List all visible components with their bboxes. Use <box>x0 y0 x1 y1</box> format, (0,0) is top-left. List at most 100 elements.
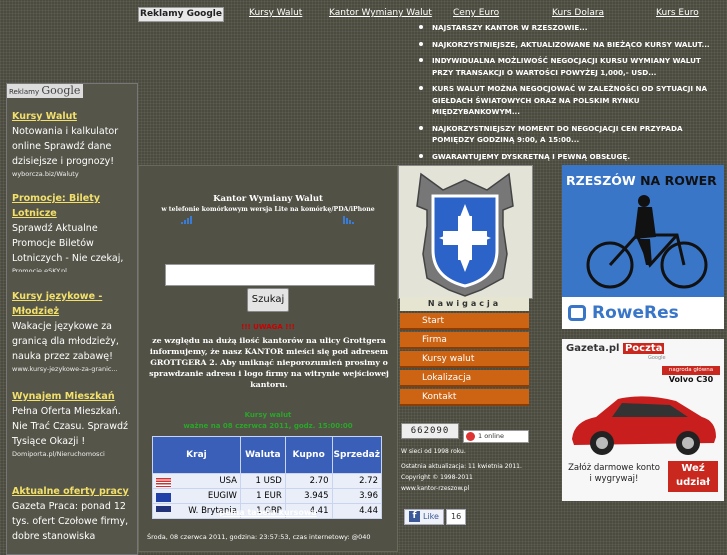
copyright-text: Copyright © 1998-2011 <box>401 474 473 481</box>
facebook-icon: f <box>409 511 420 522</box>
ad-desc: Gazeta Praca: ponad 12 tys. ofert Czołow… <box>12 501 129 542</box>
table-row: EUGIW 1 EUR 3.945 3.96 <box>152 488 382 504</box>
bike-brand-text: RoweRes <box>562 297 724 329</box>
ad-title[interactable]: Wynajem Mieszkań <box>12 389 134 404</box>
left-ads-sidebar: Reklamy Google Kursy Walut Notowania i k… <box>6 83 138 555</box>
nav-link-kantor-wymiany[interactable]: Kantor Wymiany Walut <box>329 8 432 18</box>
updated-text: Ostatnia aktualizacja: 11 kwietnia 2011. <box>401 463 522 470</box>
crest-icon <box>416 172 514 297</box>
cyclist-icon <box>586 195 708 289</box>
since-text: W sieci od 1998 roku. <box>401 448 466 455</box>
signal-icon <box>343 216 355 224</box>
ad-block[interactable]: Wynajem Mieszkań Pełna Oferta Mieszkań. … <box>12 389 134 459</box>
online-icon <box>466 431 475 441</box>
nav-item-start[interactable]: Start <box>400 313 529 330</box>
mobile-version-link[interactable]: w telefonie komórkowym wersja Lite na ko… <box>139 206 397 213</box>
nav-link-kursy-walut[interactable]: Kursy Walut <box>249 8 302 18</box>
ad-url[interactable]: wyborcza.biz/Waluty <box>12 169 134 179</box>
nav-item-lokalizacja[interactable]: Lokalizacja <box>400 370 529 387</box>
country-name: EUGIW <box>207 490 237 501</box>
col-header: Kraj <box>152 436 241 474</box>
ad-desc: Sprawdź Aktualne Promocje Biletów Lotnic… <box>12 223 124 264</box>
facebook-like-button[interactable]: f Like <box>404 509 444 525</box>
mail-title-1: Gazeta.pl <box>566 343 620 354</box>
warning-heading: !!! UWAGA !!! <box>241 323 295 331</box>
rowerres-logo-icon <box>568 305 586 321</box>
rower-ad-banner[interactable]: RZESZÓW NA ROWER RoweRes <box>562 165 724 329</box>
col-header: Waluta <box>239 436 286 474</box>
bike-title-2: NA ROWER <box>640 173 717 188</box>
ad-desc: Pełna Oferta Mieszkań. Nie Trać Czasu. S… <box>12 406 129 447</box>
sell-cell: 2.72 <box>331 473 382 489</box>
bullet-item: NAJSTARSZY KANTOR W RZESZOWIE... <box>412 22 724 34</box>
full-rates-link[interactable]: pełna tabela kursowa <box>139 508 397 517</box>
nav-link-kurs-dolara[interactable]: Kurs Dolara <box>552 8 604 18</box>
mail-cta-text: Załóż darmowe konto i wygrywaj! <box>568 463 660 484</box>
mail-ad-title: Gazeta.pl Poczta <box>566 343 665 354</box>
nav-item-kontakt[interactable]: Kontakt <box>400 389 529 406</box>
ad-url[interactable]: www.kursy-jezykowe-za-granic... <box>12 364 134 374</box>
nav-item-kursy-walut[interactable]: Kursy walut <box>400 351 529 368</box>
bullet-item: INDYWIDUALNA MOŻLIWOŚĆ NEGOCJACJI KURSU … <box>412 55 724 78</box>
sell-cell: 3.96 <box>331 488 382 504</box>
rates-date: ważne na 08 czerwca 2011, godz. 15:00:00 <box>183 422 353 430</box>
ad-block[interactable]: Kursy Walut Notowania i kalkulator onlin… <box>12 109 134 179</box>
ad-block[interactable]: Kursy językowe - Młodzież Wakacje języko… <box>12 289 134 374</box>
participate-button[interactable]: Weź udział <box>668 461 718 492</box>
search-button[interactable]: Szukaj <box>247 288 289 312</box>
currency-cell: 1 EUR <box>239 488 286 504</box>
domain-text: www.kantor-rzeszow.pl <box>401 485 470 492</box>
badge-google-text: Google <box>41 84 81 97</box>
badge-small-text: Reklamy <box>9 88 40 96</box>
bullet-item: NAJKORZYSTNIEJSZE, AKTUALIZOWANE NA BIEŻ… <box>412 39 724 51</box>
online-badge[interactable]: 1 online <box>463 430 529 443</box>
bullet-item: NAJKORZYSTNIEJSZY MOMENT DO NEGOCJACJI C… <box>412 123 724 146</box>
address-notice: ze względu na dużą ilość kantorów na uli… <box>149 336 389 389</box>
us-flag-icon <box>156 477 171 487</box>
google-ads-badge[interactable]: Reklamy Google <box>7 84 83 98</box>
exchange-rates-table: Kraj Waluta Kupno Sprzedaż USA 1 USD 2.7… <box>152 436 382 519</box>
prize-car: Volvo C30 <box>668 375 714 384</box>
ad-block[interactable]: Aktualne oferty pracy Gazeta Praca: pona… <box>12 484 134 544</box>
city-crest-logo <box>398 165 533 299</box>
ad-title[interactable]: Kursy Walut <box>12 109 134 124</box>
bullet-item: GWARANTUJEMY DYSKRETNĄ I PEWNĄ OBSŁUGĘ. <box>412 151 724 163</box>
search-input[interactable] <box>165 264 375 286</box>
ad-block[interactable]: Promocje: Bilety Lotnicze Sprawdź Aktual… <box>12 191 134 272</box>
nav-link-ceny-euro[interactable]: Ceny Euro <box>453 8 499 18</box>
country-cell: USA <box>152 473 241 489</box>
car-icon <box>572 396 716 455</box>
ad-desc: Wakacje językowe za granicą dla młodzież… <box>12 321 119 362</box>
eu-flag-icon <box>156 492 171 502</box>
ad-url[interactable]: Promocje.eSKY.pl <box>12 266 134 272</box>
currency-cell: 1 USD <box>239 473 286 489</box>
bullet-item: KURS WALUT MOŻNA NEGOCJOWAĆ W ZALEŻNOŚCI… <box>412 83 724 118</box>
signal-icon <box>181 216 193 224</box>
col-header: Sprzedaż <box>331 436 382 474</box>
ad-title[interactable]: Aktualne oferty pracy <box>12 484 134 499</box>
nav-link-kurs-euro[interactable]: Kurs Euro <box>656 8 699 18</box>
nav-header: Nawigacja <box>400 297 529 311</box>
ads-google-button[interactable]: Reklamy Google <box>138 7 224 22</box>
table-header-row: Kraj Waluta Kupno Sprzedaż <box>152 436 382 474</box>
ad-title[interactable]: Kursy językowe - Młodzież <box>12 289 134 319</box>
country-name: USA <box>219 475 237 486</box>
ad-title[interactable]: Promocje: Bilety Lotnicze <box>12 191 134 221</box>
bike-ad-title: RZESZÓW NA ROWER <box>566 173 717 188</box>
like-label: Like <box>423 512 439 521</box>
online-count: 1 online <box>478 432 505 440</box>
mail-title-2: Poczta <box>622 343 665 354</box>
gazeta-poczta-ad[interactable]: Gazeta.pl Poczta Google nagroda główna V… <box>562 339 724 501</box>
visit-counter: 662090 <box>401 423 459 439</box>
like-count: 16 <box>446 509 467 525</box>
rates-heading: Kursy walut <box>244 411 292 419</box>
google-small-text: Google <box>648 355 666 361</box>
buy-cell: 3.945 <box>284 488 333 504</box>
page-title: Kantor Wymiany Walut <box>213 194 323 204</box>
nav-item-firma[interactable]: Firma <box>400 332 529 349</box>
ad-url[interactable]: Domiporta.pl/Nieruchomosci <box>12 449 134 459</box>
col-header: Kupno <box>284 436 333 474</box>
ad-desc: Notowania i kalkulator online Sprawdź da… <box>12 126 119 167</box>
buy-cell: 2.70 <box>284 473 333 489</box>
bike-title-1: RZESZÓW <box>566 173 636 188</box>
